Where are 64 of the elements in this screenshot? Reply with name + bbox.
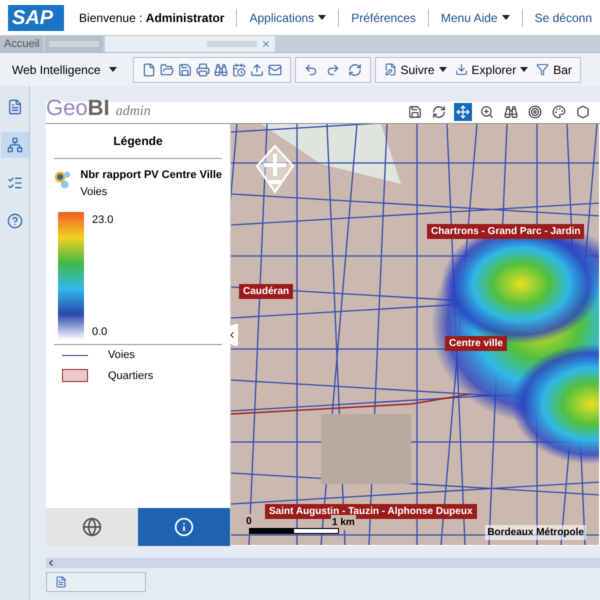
map-tool-icon[interactable]: [526, 103, 544, 121]
geobi-logo: GeoBI admin: [46, 97, 151, 122]
caret-icon: [318, 15, 326, 20]
layer-name: Nbr rapport PV Centre Ville: [80, 168, 222, 183]
document-icon: [55, 576, 67, 588]
header-link[interactable]: Se déconn: [534, 8, 592, 26]
toolbar-icon[interactable]: [326, 62, 340, 76]
document-tab[interactable]: Accueil: [0, 36, 44, 52]
tree-icon[interactable]: [0, 132, 28, 158]
close-icon[interactable]: [261, 39, 272, 49]
district-label: Saint Augustin - Tauzin - Alphonse Dupeux: [265, 504, 477, 519]
map-attribution: Bordeaux Métropole: [485, 525, 586, 540]
map-tool-icon[interactable]: [406, 103, 424, 121]
toolbar-icon: [454, 63, 468, 76]
toolbar-icon[interactable]: [232, 62, 246, 76]
scale-start: 0: [245, 514, 253, 529]
map-tool-icon[interactable]: [574, 103, 592, 121]
legend-title: Légende: [54, 124, 222, 159]
toolbar-action[interactable]: Suivre: [384, 60, 447, 78]
legend-info-tab[interactable]: [138, 508, 230, 546]
caret-icon: [108, 67, 116, 72]
globe-icon: [82, 517, 102, 537]
toolbar-icon[interactable]: [178, 62, 192, 76]
scale-min: 0.0: [92, 324, 108, 340]
report-tab[interactable]: [46, 572, 146, 592]
toolbar-icon[interactable]: [268, 62, 282, 76]
header-link[interactable]: Menu Aide: [440, 8, 510, 26]
district-label: Chartrons - Grand Parc - Jardin: [427, 224, 584, 239]
toolbar-icon[interactable]: [160, 62, 174, 76]
map-tool-icon[interactable]: [502, 103, 520, 121]
welcome-text: Bienvenue : Administrator: [79, 10, 224, 26]
caret-icon: [502, 15, 510, 20]
toolbar-action[interactable]: Bar: [536, 60, 572, 78]
toolbar-icon[interactable]: [250, 62, 264, 76]
toolbar-icon[interactable]: [214, 62, 228, 76]
map-tool-icon[interactable]: [454, 103, 472, 121]
sap-logo: SAP: [8, 4, 64, 30]
zoom-control-icon[interactable]: [255, 144, 295, 194]
toolbar-icon[interactable]: [348, 62, 362, 76]
caret-icon: [520, 67, 528, 72]
header-link[interactable]: Applications: [249, 8, 326, 26]
legend-item-label: Voies: [108, 348, 135, 363]
scale-end: 1 km: [331, 515, 356, 530]
map-tool-icon[interactable]: [430, 103, 448, 121]
layer-sublabel: Voies: [80, 184, 108, 200]
map-tool-icon[interactable]: [478, 103, 496, 121]
map-view-tab[interactable]: [46, 508, 138, 546]
toolbar-icon[interactable]: [304, 62, 318, 76]
map-tool-icon[interactable]: [550, 103, 568, 121]
district-label: Centre ville: [445, 336, 507, 351]
toolbar-icon[interactable]: [196, 62, 210, 76]
line-swatch: [62, 354, 88, 356]
caret-icon: [438, 67, 447, 72]
toolbar-action[interactable]: Explorer: [454, 60, 528, 78]
district-label: Caudéran: [239, 284, 294, 299]
info-icon: [174, 517, 194, 537]
toolbar-icon: [536, 63, 550, 76]
legend-item-label: Quartiers: [108, 368, 154, 384]
header-link[interactable]: Préférences: [351, 8, 416, 26]
scale-max: 23.0: [92, 213, 114, 228]
toolbar-icon[interactable]: [142, 62, 156, 76]
toolbar-icon: [384, 63, 396, 76]
app-menu[interactable]: Web Intelligence: [8, 60, 120, 78]
area-swatch: [62, 369, 88, 382]
